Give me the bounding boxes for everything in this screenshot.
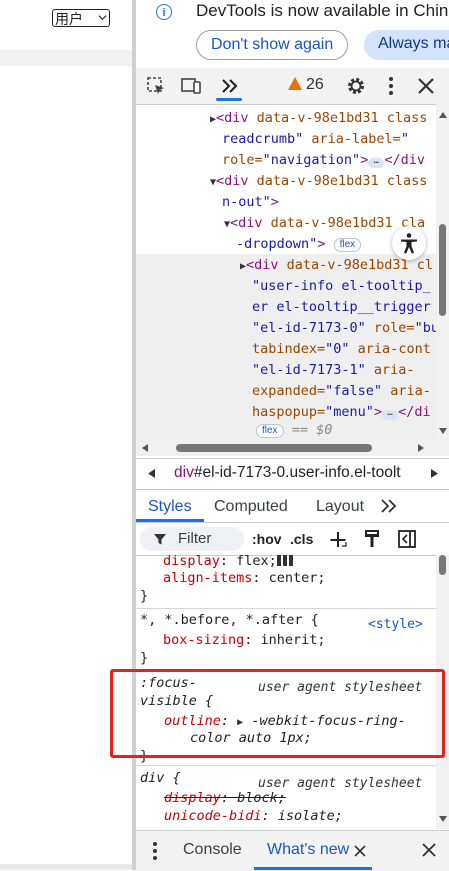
issues-counter[interactable]: 26 bbox=[288, 76, 324, 94]
tree-line-13[interactable]: "el-id-7173-1" aria- bbox=[252, 360, 415, 381]
style-declaration[interactable]: box-sizing: inherit; bbox=[163, 631, 326, 650]
toggle-sidebar-icon[interactable] bbox=[398, 530, 416, 548]
close-icon[interactable] bbox=[414, 74, 438, 98]
elements-vertical-scrollbar[interactable] bbox=[436, 104, 449, 440]
warning-icon bbox=[288, 77, 302, 90]
highlight-annotation-box bbox=[110, 669, 445, 758]
rule-divider bbox=[136, 608, 436, 609]
filter-placeholder: Filter bbox=[178, 530, 212, 547]
drawer-tabs: Console What's new bbox=[136, 830, 449, 871]
scrollbar-thumb[interactable] bbox=[439, 224, 446, 316]
rule-selector[interactable]: *, *.before, *.after { bbox=[140, 611, 319, 630]
overridden-declaration[interactable]: display: block; bbox=[164, 789, 286, 808]
tab-whats-new[interactable]: What's new bbox=[267, 841, 349, 859]
elements-horizontal-scrollbar[interactable] bbox=[136, 440, 449, 456]
flex-badge[interactable]: flex bbox=[333, 238, 362, 252]
tree-line-4[interactable]: ▼<div data-v-98e1bd31 class bbox=[210, 171, 427, 194]
scroll-up-icon[interactable] bbox=[439, 112, 447, 118]
inspect-element-icon[interactable] bbox=[144, 74, 168, 98]
chevrons-right-icon[interactable] bbox=[218, 74, 242, 98]
flex-editor-icon[interactable] bbox=[276, 555, 295, 566]
dont-show-again-button[interactable]: Don't show again bbox=[196, 30, 349, 60]
rule-close-brace: } bbox=[140, 588, 149, 604]
flex-badge[interactable]: flex bbox=[256, 424, 284, 438]
collapsed-ellipsis[interactable]: … bbox=[382, 409, 399, 420]
collapsed-ellipsis[interactable]: … bbox=[368, 157, 385, 168]
breadcrumb-scroll-left-icon[interactable] bbox=[148, 469, 155, 478]
tree-line-11[interactable]: "el-id-7173-0" role="bu bbox=[252, 318, 439, 339]
tab-console[interactable]: Console bbox=[183, 841, 242, 859]
issues-count: 26 bbox=[306, 76, 324, 93]
accessibility-icon bbox=[401, 233, 417, 254]
scroll-left-icon[interactable] bbox=[142, 444, 148, 452]
breadcrumb-item[interactable]: div#el-id-7173-0.user-info.el-toolt bbox=[174, 464, 401, 482]
style-declaration[interactable]: unicode-bidi: isolate; bbox=[164, 807, 343, 826]
scroll-right-icon[interactable] bbox=[418, 444, 424, 452]
filter-input[interactable]: Filter bbox=[140, 527, 244, 551]
tree-line-14[interactable]: expanded="false" aria- bbox=[252, 381, 431, 402]
page-separator bbox=[0, 50, 136, 66]
tree-line-5[interactable]: n-out"> bbox=[222, 192, 279, 213]
tree-line-9[interactable]: "user-info el-tooltip_ bbox=[252, 276, 431, 297]
rule-divider bbox=[136, 765, 436, 766]
infobar-message: DevTools is now available in Chin bbox=[196, 1, 449, 20]
chevron-down-icon bbox=[98, 15, 107, 21]
tab-layout[interactable]: Layout bbox=[316, 498, 364, 516]
user-dropdown-label: 用户 bbox=[55, 11, 83, 27]
always-match-button[interactable]: Always ma bbox=[364, 30, 449, 60]
tree-line-16[interactable]: flex == $0 bbox=[256, 420, 332, 440]
info-icon: i bbox=[156, 4, 172, 20]
devtools-toolbar: 26 bbox=[136, 68, 449, 105]
breadcrumb-scroll-right-icon[interactable] bbox=[431, 469, 438, 478]
close-tab-icon[interactable] bbox=[354, 845, 366, 857]
user-dropdown[interactable]: 用户 bbox=[52, 9, 110, 27]
tab-styles[interactable]: Styles bbox=[148, 498, 192, 516]
scrollbar-thumb[interactable] bbox=[439, 555, 446, 575]
page-bottom-bar bbox=[0, 864, 136, 870]
scroll-down-icon[interactable] bbox=[439, 816, 447, 822]
active-tab-indicator bbox=[136, 519, 204, 522]
chevrons-right-icon[interactable] bbox=[380, 499, 398, 513]
rule-selector[interactable]: div { bbox=[140, 769, 181, 788]
tree-line-10[interactable]: er el-tooltip__trigger bbox=[252, 297, 431, 318]
rule-origin-link[interactable]: <style> bbox=[368, 615, 423, 634]
tree-line-1[interactable]: ▶<div data-v-98e1bd31 class bbox=[210, 108, 427, 131]
selected-node-marker: == $0 bbox=[283, 422, 333, 438]
tree-line-2[interactable]: readcrumb" aria-label=" bbox=[222, 129, 409, 150]
tree-line-7[interactable]: -dropdown"> flex bbox=[236, 234, 362, 255]
tree-line-3[interactable]: role="navigation">… </div bbox=[222, 150, 425, 171]
kebab-menu-icon[interactable] bbox=[151, 841, 159, 861]
hover-state-toggle[interactable]: :hov bbox=[252, 531, 282, 547]
class-toggle[interactable]: .cls bbox=[290, 531, 313, 547]
style-declaration[interactable]: align-items: center; bbox=[163, 569, 326, 588]
gear-icon[interactable] bbox=[344, 74, 368, 98]
device-toolbar-icon[interactable] bbox=[179, 74, 203, 98]
paint-brush-icon[interactable] bbox=[364, 529, 380, 549]
elements-tree[interactable]: ▶<div data-v-98e1bd31 class readcrumb" a… bbox=[136, 104, 449, 440]
scrollbar-thumb[interactable] bbox=[176, 444, 372, 452]
breadcrumb: div#el-id-7173-0.user-info.el-toolt bbox=[136, 458, 449, 490]
devtools-infobar: i DevTools is now available in Chin Don'… bbox=[136, 0, 449, 68]
kebab-menu-icon[interactable] bbox=[379, 74, 403, 98]
close-icon[interactable] bbox=[422, 843, 436, 857]
plus-icon[interactable] bbox=[328, 530, 348, 550]
filter-icon bbox=[154, 534, 166, 545]
accessibility-tree-button[interactable] bbox=[392, 226, 426, 260]
styles-toolbar: Filter :hov .cls bbox=[136, 523, 449, 556]
tree-line-12[interactable]: tabindex="0" aria-cont bbox=[252, 339, 431, 360]
active-panel-indicator bbox=[216, 98, 242, 101]
sidebar-tabs: Styles Computed Layout bbox=[136, 490, 449, 523]
scroll-down-icon[interactable] bbox=[439, 428, 447, 434]
rule-close-brace: } bbox=[140, 650, 149, 666]
tab-computed[interactable]: Computed bbox=[214, 498, 288, 516]
